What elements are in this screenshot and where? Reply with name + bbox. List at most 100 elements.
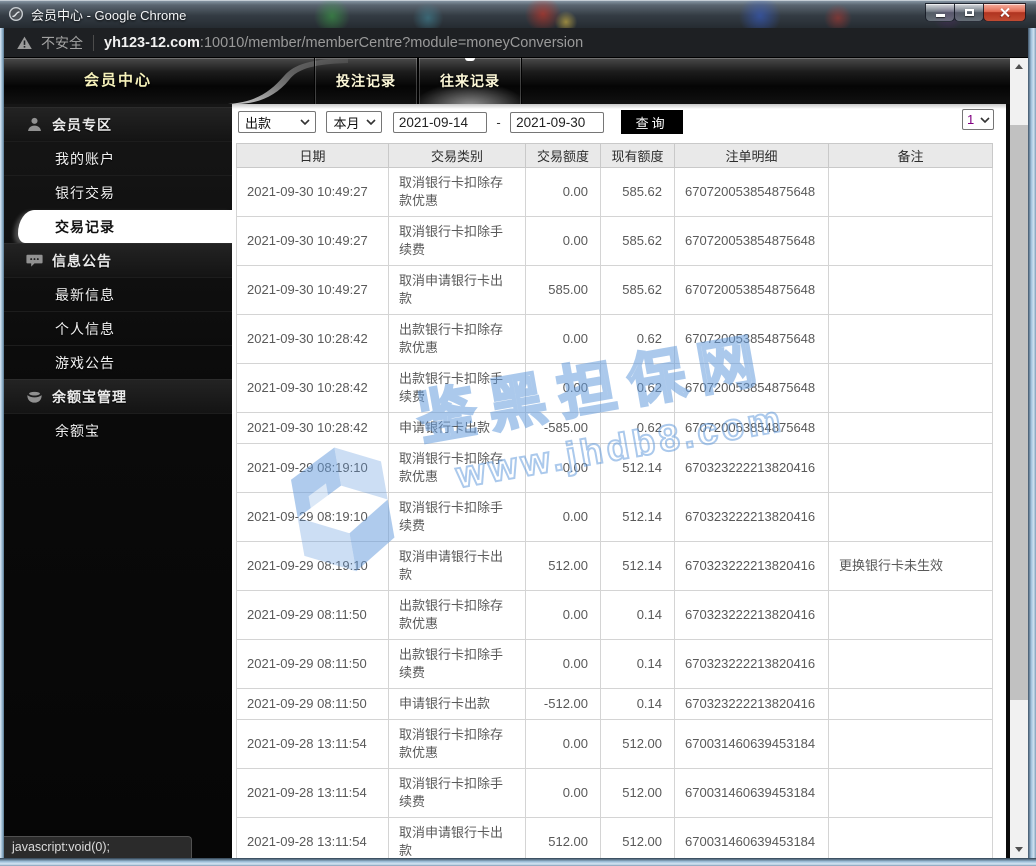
table-cell: 585.62: [600, 216, 675, 266]
table-cell: 670720053854875648: [674, 265, 829, 315]
table-cell: 670323222213820416: [674, 541, 829, 591]
table-row: 2021-09-30 10:28:42 申请银行卡出款 -585.00 0.62 670…: [236, 412, 993, 444]
window-controls: [925, 3, 1026, 22]
table-cell: 2021-09-30 10:28:42: [236, 314, 389, 364]
scroll-up-button[interactable]: [1010, 58, 1028, 75]
table-cell: 2021-09-30 10:28:42: [236, 363, 389, 413]
date-to-input[interactable]: [510, 111, 605, 133]
sidebar-item[interactable]: 交易记录: [4, 209, 232, 243]
address-bar[interactable]: 不安全 yh123-12.com:10010/member/memberCent…: [4, 28, 1032, 58]
transaction-type-value: 出款: [245, 115, 272, 131]
table-row: 2021-09-30 10:28:42 出款银行卡扣除存款优惠 0.00 0.62 67…: [236, 314, 993, 364]
sidebar-item-label: 我的账户: [55, 150, 115, 167]
table-row: 2021-09-29 08:19:10 取消申请银行卡出款 512.00 512.14…: [236, 541, 993, 591]
sidebar-item[interactable]: 最新信息: [4, 277, 232, 311]
table-row: 2021-09-28 13:11:54 取消银行卡扣除存款优惠 0.00 512.00…: [236, 719, 993, 769]
page-select[interactable]: 1: [962, 109, 994, 130]
transaction-type-select[interactable]: 出款: [238, 111, 316, 133]
table-row: 2021-09-29 08:11:50 出款银行卡扣除手续费 0.00 0.14 670…: [236, 639, 993, 689]
window-title: 会员中心 - Google Chrome: [31, 7, 187, 23]
table-cell: [828, 314, 993, 364]
table-cell: [828, 688, 993, 720]
table-cell: 2021-09-29 08:19:10: [236, 541, 389, 591]
url-path: :10010/member/memberCentre?module=moneyC…: [199, 34, 584, 51]
table-cell: 512.00: [525, 817, 601, 858]
table-cell: 0.00: [525, 639, 601, 689]
table-cell: [828, 412, 993, 444]
user-icon: [25, 115, 44, 134]
table-cell: 2021-09-28 13:11:54: [236, 768, 389, 818]
table-cell: 2021-09-29 08:11:50: [236, 590, 389, 640]
tab-label: 投注记录: [336, 73, 396, 89]
table-cell: 0.62: [600, 363, 675, 413]
table-cell: [828, 265, 993, 315]
maximize-button[interactable]: [954, 3, 984, 22]
table-cell: 2021-09-28 13:11:54: [236, 719, 389, 769]
sidebar-item[interactable]: 我的账户: [4, 141, 232, 175]
sidebar-group-label: 信息公告: [52, 252, 112, 269]
tab-2[interactable]: 往来记录: [419, 58, 521, 104]
table-row: 2021-09-29 08:11:50 申请银行卡出款 -512.00 0.14 670…: [236, 688, 993, 720]
period-select[interactable]: 本月: [326, 111, 383, 133]
table-cell: 2021-09-30 10:49:27: [236, 167, 389, 217]
sidebar-group-3[interactable]: 余额宝管理: [4, 379, 232, 413]
table-cell: -512.00: [525, 688, 601, 720]
table-cell: 0.00: [525, 314, 601, 364]
table-cell: 670031460639453184: [674, 768, 829, 818]
sidebar-item[interactable]: 个人信息: [4, 311, 232, 345]
table-cell: 670323222213820416: [674, 443, 829, 493]
chat-icon: [25, 251, 44, 270]
table-cell: 出款银行卡扣除手续费: [388, 363, 526, 413]
sidebar-item-label: 个人信息: [55, 320, 115, 337]
table-row: 2021-09-30 10:49:27 取消申请银行卡出款 585.00 585.62…: [236, 265, 993, 315]
table-cell: 0.00: [525, 590, 601, 640]
sidebar-group-2[interactable]: 信息公告: [4, 243, 232, 277]
close-button[interactable]: [983, 3, 1026, 22]
sidebar-item[interactable]: 银行交易: [4, 175, 232, 209]
column-header: 日期: [236, 143, 389, 168]
window-border-bottom: [0, 858, 1036, 866]
table-cell: [828, 719, 993, 769]
table-cell: 670720053854875648: [674, 412, 829, 444]
sidebar-group-label: 会员专区: [52, 116, 112, 133]
query-button[interactable]: 查询: [620, 110, 683, 134]
page-value: 1: [967, 112, 975, 127]
table-row: 2021-09-29 08:19:10 取消银行卡扣除手续费 0.00 512.14 6…: [236, 492, 993, 542]
table-cell: 2021-09-29 08:19:10: [236, 492, 389, 542]
table-cell: 取消银行卡扣除存款优惠: [388, 167, 526, 217]
sidebar-item[interactable]: 游戏公告: [4, 345, 232, 379]
table-cell: 670323222213820416: [674, 492, 829, 542]
table-cell: 0.00: [525, 167, 601, 217]
table-cell: [828, 167, 993, 217]
table-row: 2021-09-29 08:11:50 出款银行卡扣除存款优惠 0.00 0.14 67…: [236, 590, 993, 640]
table-cell: 670720053854875648: [674, 216, 829, 266]
table-cell: 2021-09-29 08:11:50: [236, 639, 389, 689]
table-cell: 取消申请银行卡出款: [388, 265, 526, 315]
table-cell: 0.00: [525, 216, 601, 266]
scrollbar-thumb[interactable]: [1010, 125, 1028, 700]
column-header: 交易额度: [525, 143, 601, 168]
transactions-table-body: 2021-09-30 10:49:27 取消银行卡扣除存款优惠 0.00 585.62…: [236, 167, 993, 858]
table-cell: 670031460639453184: [674, 817, 829, 858]
table-cell: 取消申请银行卡出款: [388, 541, 526, 591]
date-from-input[interactable]: [392, 111, 487, 133]
sidebar-group-1[interactable]: 会员专区: [4, 107, 232, 141]
app-area: 会员中心 投注记录 往来记录 会员专区 我的账户 银行交易 交易记录 信息公告 最新信息 个人…: [4, 58, 1028, 858]
table-row: 2021-09-30 10:49:27 取消银行卡扣除存款优惠 0.00 585.62…: [236, 167, 993, 217]
page-favicon-icon: [8, 6, 24, 22]
period-value: 本月: [333, 115, 360, 131]
scroll-down-button[interactable]: [1010, 841, 1028, 858]
table-cell: 512.00: [600, 768, 675, 818]
table-cell: 2021-09-29 08:11:50: [236, 688, 389, 720]
scrollbar[interactable]: [1010, 58, 1028, 858]
tab-1[interactable]: 投注记录: [315, 58, 417, 104]
table-cell: [828, 639, 993, 689]
table-cell: 585.00: [525, 265, 601, 315]
table-cell: 更换银行卡未生效: [828, 541, 993, 591]
table-cell: 585.62: [600, 265, 675, 315]
table-cell: 0.62: [600, 412, 675, 444]
sidebar-item[interactable]: 余额宝: [4, 413, 232, 447]
minimize-button[interactable]: [925, 3, 955, 22]
table-cell: 512.00: [600, 817, 675, 858]
table-cell: [828, 768, 993, 818]
